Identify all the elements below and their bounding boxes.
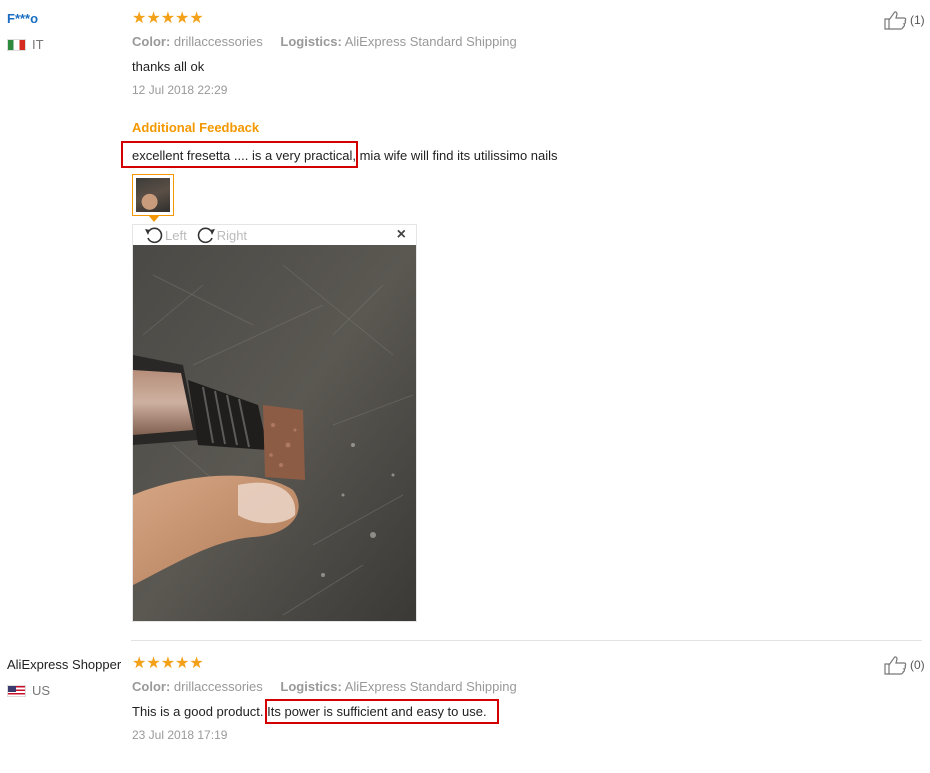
reviewer-country: IT	[7, 37, 44, 52]
viewer-toolbar: Left Right ×	[133, 225, 416, 245]
rotate-left-icon	[145, 227, 163, 244]
thumbnail-pointer	[149, 216, 159, 222]
color-value: drillaccessories	[173, 679, 263, 694]
thumbs-up-icon	[884, 11, 907, 30]
rotate-right-icon	[197, 227, 215, 244]
star-rating: ★★★★★	[132, 10, 204, 27]
additional-feedback-title: Additional Feedback	[132, 120, 260, 135]
order-info: Color: drillaccessories Logistics: AliEx…	[132, 34, 517, 49]
helpful-count: (0)	[910, 658, 925, 672]
rotate-right-label: Right	[216, 227, 248, 243]
highlight-box	[121, 141, 358, 168]
star-rating: ★★★★★	[132, 655, 204, 672]
logistics-value: AliExpress Standard Shipping	[344, 679, 517, 694]
logistics-label: Logistics:	[280, 34, 342, 49]
country-code: US	[32, 683, 51, 698]
country-code: IT	[32, 37, 44, 52]
reviewer-name[interactable]: F***o	[7, 11, 38, 26]
review-date: 12 Jul 2018 22:29	[132, 83, 228, 97]
flag-us-icon	[7, 684, 26, 697]
review-text: thanks all ok	[132, 59, 205, 74]
reviewer-name[interactable]: AliExpress Shopper	[7, 657, 121, 672]
review-item: F***o IT ★★★★★ Color: drillaccessories L…	[0, 0, 930, 640]
thumbs-up-icon	[884, 656, 907, 675]
additional-feedback-rest: mia wife will find its utilissimo nails	[355, 148, 558, 163]
rotate-right-button[interactable]: Right	[195, 225, 247, 245]
color-value: drillaccessories	[173, 34, 263, 49]
helpful-button[interactable]: (1)	[884, 10, 925, 30]
order-info: Color: drillaccessories Logistics: AliEx…	[132, 679, 517, 694]
photo-thumbnail[interactable]	[132, 174, 174, 216]
close-icon[interactable]: ×	[397, 225, 406, 245]
flag-it-icon	[7, 38, 26, 51]
helpful-button[interactable]: (0)	[884, 655, 925, 675]
review-photo	[133, 245, 416, 621]
rotate-left-button[interactable]: Left	[143, 225, 187, 245]
color-label: Color:	[132, 679, 171, 694]
review-item: AliExpress Shopper US ★★★★★ Color: drill…	[0, 640, 930, 773]
reviewer-country: US	[7, 683, 50, 698]
rotate-left-label: Left	[165, 227, 187, 243]
logistics-value: AliExpress Standard Shipping	[344, 34, 517, 49]
color-label: Color:	[132, 34, 171, 49]
highlight-box	[265, 699, 499, 724]
helpful-count: (1)	[910, 13, 925, 27]
image-viewer: Left Right ×	[132, 224, 417, 622]
review-text-plain: This is a good product.	[132, 704, 264, 719]
review-date: 23 Jul 2018 17:19	[132, 728, 228, 742]
logistics-label: Logistics:	[280, 679, 342, 694]
